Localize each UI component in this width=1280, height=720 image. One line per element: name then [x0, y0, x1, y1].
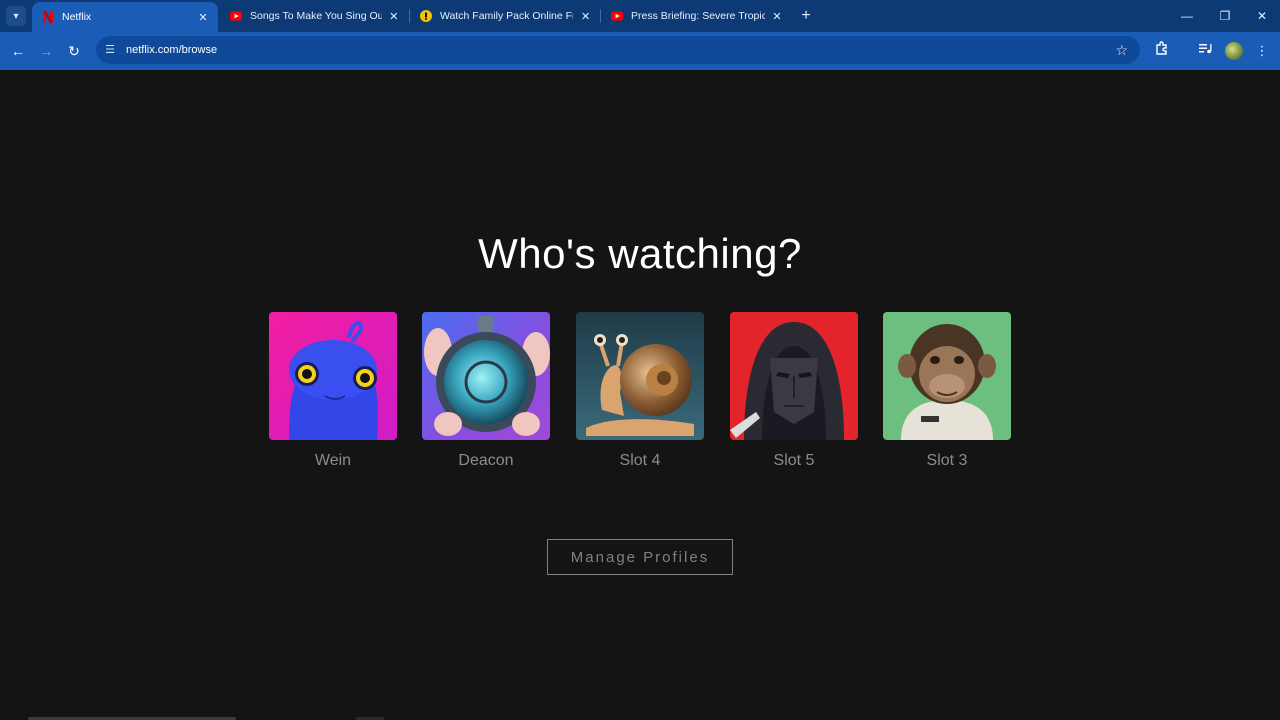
manage-profiles-button[interactable]: Manage Profiles [547, 539, 733, 575]
chimp-avatar[interactable] [883, 312, 1011, 440]
tab-title: Watch Family Pack Online Free [440, 10, 574, 22]
minimize-icon: — [1181, 9, 1193, 23]
tab-search-button[interactable]: ▾ [6, 6, 26, 26]
profile-wein[interactable]: Wein [269, 312, 397, 470]
tab-title: Press Briefing: Severe Tropical S [631, 10, 765, 22]
profile-name: Slot 5 [773, 452, 815, 469]
profile-slot-3[interactable]: Slot 3 [883, 312, 1011, 470]
close-icon[interactable]: ✕ [579, 10, 592, 23]
arrow-right-icon: → [39, 43, 53, 59]
plus-icon: + [801, 7, 811, 24]
reload-icon: ↻ [68, 43, 80, 59]
netflix-profile-page: Who's watching? Wein Deacon Slot 4 Slot … [0, 70, 1280, 720]
profile-name: Wein [314, 452, 352, 469]
close-icon[interactable]: ✕ [388, 10, 400, 23]
url-text[interactable]: netflix.com/browse [126, 36, 217, 64]
profile-avatar[interactable] [1225, 42, 1243, 60]
page-heading: Who's watching? [478, 230, 802, 277]
tab-title: Songs To Make You Sing Out Lo [250, 10, 382, 22]
youtube-icon [230, 10, 242, 22]
media-control-icon[interactable] [1195, 41, 1215, 61]
tab-press-briefing[interactable]: Press Briefing: Severe Tropical S ✕ [601, 0, 791, 32]
pocket-watch-avatar[interactable] [422, 312, 550, 440]
profile-name: Deacon [458, 452, 514, 469]
tab-netflix[interactable]: Netflix ✕ [32, 2, 218, 32]
tab-youtube-songs[interactable]: Songs To Make You Sing Out Lo ✕ [220, 0, 408, 32]
site-icon [420, 10, 432, 22]
tab-watch-family-pack[interactable]: Watch Family Pack Online Free ✕ [410, 0, 600, 32]
close-icon[interactable]: ✕ [771, 10, 783, 23]
chevron-down-icon: ▾ [13, 10, 19, 22]
minimize-button[interactable]: — [1168, 0, 1206, 32]
reload-button[interactable]: ↻ [64, 41, 84, 61]
new-tab-button[interactable]: + [796, 6, 816, 26]
tab-title: Netflix [62, 11, 92, 23]
site-settings-icon[interactable]: ☰ [102, 42, 118, 58]
extensions-icon[interactable] [1152, 41, 1172, 61]
menu-kebab-icon[interactable]: ⋮ [1252, 41, 1272, 61]
back-button[interactable]: ← [8, 41, 28, 61]
address-bar[interactable]: ☰ netflix.com/browse ☆ [96, 36, 1140, 64]
close-icon[interactable]: ✕ [196, 11, 210, 24]
profile-slot-5[interactable]: Slot 5 [730, 312, 858, 470]
tab-strip: ▾ Netflix ✕ Songs To Make You Sing Out L… [0, 0, 1280, 32]
profile-slot-4[interactable]: Slot 4 [576, 312, 704, 470]
profile-name: Slot 4 [619, 452, 661, 469]
profile-name: Slot 3 [926, 452, 968, 469]
close-icon: ✕ [1256, 9, 1268, 23]
bookmark-star-icon[interactable]: ☆ [1115, 41, 1128, 59]
snail-avatar[interactable] [576, 312, 704, 440]
masked-guard-avatar[interactable] [730, 312, 858, 440]
arrow-left-icon: ← [11, 43, 25, 59]
profile-deacon[interactable]: Deacon [422, 312, 550, 470]
youtube-icon [611, 10, 623, 22]
forward-button[interactable]: → [36, 41, 56, 61]
restore-button[interactable]: ❐ [1206, 0, 1244, 32]
blue-lizard-avatar[interactable] [269, 312, 397, 440]
netflix-icon [42, 11, 54, 23]
close-window-button[interactable]: ✕ [1243, 0, 1280, 32]
browser-toolbar: ← → ↻ ☰ netflix.com/browse ☆ ⋮ [0, 32, 1280, 70]
restore-icon: ❐ [1219, 9, 1231, 23]
